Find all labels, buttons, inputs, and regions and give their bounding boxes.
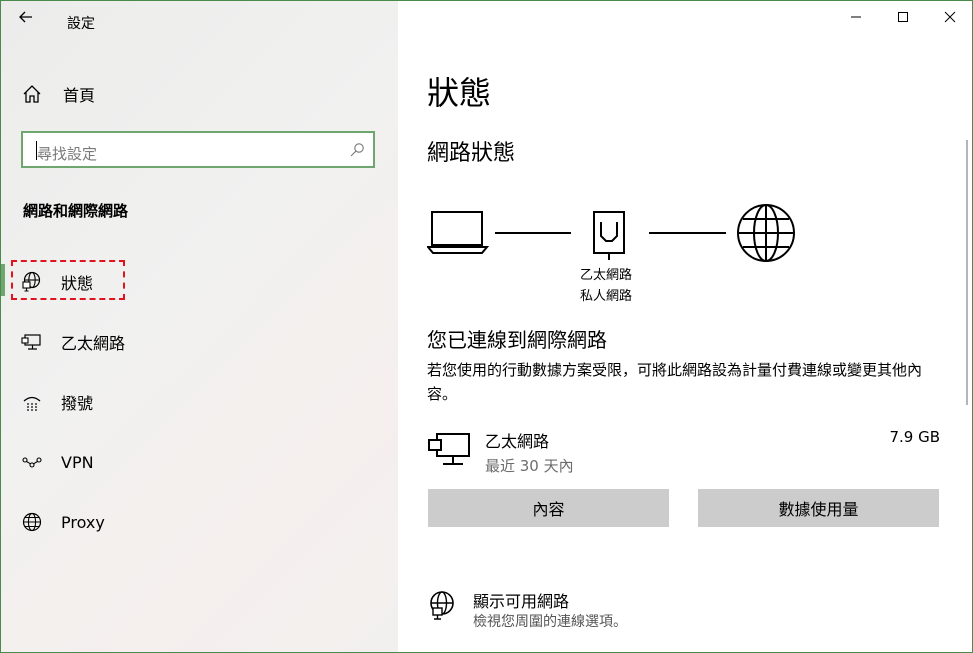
home-icon xyxy=(23,85,41,103)
app-title: 設定 xyxy=(67,16,95,32)
connection-status-description: 若您使用的行動數據方案受限，可將此網路設為計量付費連線或變更其他內容。 xyxy=(427,361,923,403)
available-networks-description: 檢視您周圍的連線選項。 xyxy=(473,614,627,630)
diagram-label-type: 乙太網路 xyxy=(580,268,633,283)
minimize-icon[interactable] xyxy=(843,6,869,28)
sidebar: 設定 首頁 尋找設定 網路和網際網路 狀態 乙太網路 撥號 VPN Proxy xyxy=(1,1,398,652)
search-placeholder: 尋找設定 xyxy=(37,145,98,163)
sidebar-item-label: 撥號 xyxy=(61,394,94,413)
highlight-box xyxy=(11,260,125,300)
ethernet-icon xyxy=(428,433,470,465)
globe-network-icon xyxy=(430,591,454,620)
usage-period: 最近 30 天內 xyxy=(485,457,574,475)
diagram-label-profile: 私人網路 xyxy=(580,289,633,304)
sidebar-item-label: VPN xyxy=(61,452,94,472)
globe-icon xyxy=(22,512,42,532)
ethernet-usage-row: 乙太網路 最近 30 天內 7.9 GB xyxy=(427,428,940,478)
section-heading: 網路狀態 xyxy=(427,141,516,166)
sidebar-item-label: 乙太網路 xyxy=(61,334,126,353)
data-usage-value: 7.9 GB xyxy=(889,428,940,446)
properties-button[interactable]: 內容 xyxy=(428,489,669,527)
search-icon[interactable] xyxy=(349,142,365,158)
sidebar-item-proxy[interactable]: Proxy xyxy=(1,502,398,542)
ethernet-icon xyxy=(21,334,41,350)
sidebar-item-label: 首頁 xyxy=(63,86,96,105)
search-input[interactable]: 尋找設定 xyxy=(21,131,375,168)
section-title: 網路和網際網路 xyxy=(23,202,129,220)
close-icon[interactable] xyxy=(937,6,963,28)
selected-item-indicator xyxy=(1,264,5,296)
page-title: 狀態 xyxy=(427,74,492,112)
maximize-icon[interactable] xyxy=(890,6,916,28)
network-diagram: 乙太網路 私人網路 xyxy=(427,202,799,312)
data-usage-button[interactable]: 數據使用量 xyxy=(698,489,939,527)
laptop-icon xyxy=(427,211,490,254)
globe-icon xyxy=(737,204,795,262)
back-arrow-icon[interactable] xyxy=(15,7,39,29)
sidebar-item-home[interactable]: 首頁 xyxy=(21,79,95,109)
show-available-networks[interactable]: 顯示可用網路 檢視您周圍的連線選項。 xyxy=(427,588,907,638)
dialup-icon xyxy=(23,396,41,411)
scrollbar[interactable] xyxy=(966,140,968,405)
available-networks-title: 顯示可用網路 xyxy=(473,592,570,611)
sidebar-item-dialup[interactable]: 撥號 xyxy=(1,382,398,422)
connection-status-title: 您已連線到網際網路 xyxy=(427,328,607,352)
vpn-icon xyxy=(22,457,42,468)
sidebar-item-ethernet[interactable]: 乙太網路 xyxy=(1,322,398,362)
ethernet-name: 乙太網路 xyxy=(485,432,550,451)
sidebar-item-vpn[interactable]: VPN xyxy=(1,442,398,482)
sidebar-item-label: Proxy xyxy=(61,512,105,532)
ethernet-port-icon xyxy=(593,211,625,260)
